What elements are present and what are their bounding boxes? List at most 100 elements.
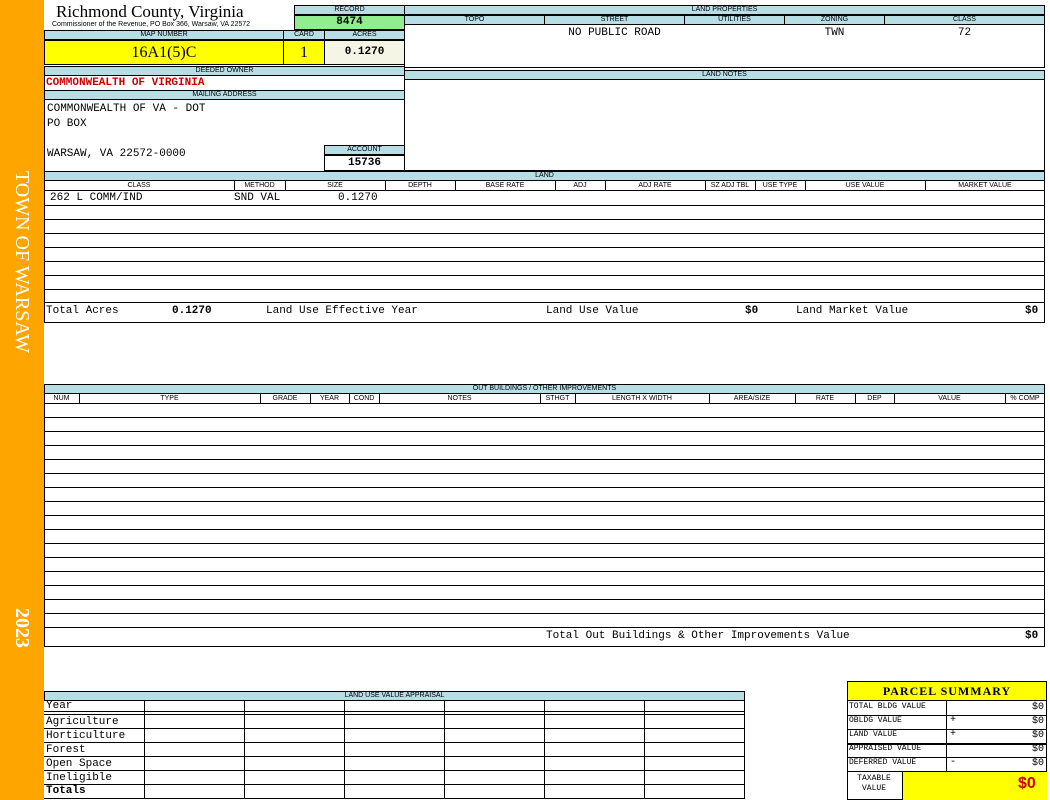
ob-col-area-size: AREA/SIZE xyxy=(733,395,771,402)
ob-col-sthgt: STHGT xyxy=(545,395,570,402)
ob-row-line xyxy=(44,627,1045,628)
land-col-divider xyxy=(755,181,756,191)
ob-col-notes: NOTES xyxy=(447,395,472,402)
ob-col-divider xyxy=(709,394,710,404)
ob-total-label: Total Out Buildings & Other Improvements… xyxy=(546,630,850,642)
luva-col-line xyxy=(344,701,345,799)
land-row-line xyxy=(44,233,1045,234)
parcel-summary-title: PARCEL SUMMARY xyxy=(847,681,1047,701)
record-value: 8474 xyxy=(294,15,405,30)
land-col-market-value: MARKET VALUE xyxy=(958,182,1012,189)
land-col-divider xyxy=(385,181,386,191)
ob-row-line xyxy=(44,417,1045,418)
lp-col-utilities: UTILITIES xyxy=(684,15,785,25)
summary-row-value: $0 xyxy=(1031,758,1044,769)
ob-col-divider xyxy=(79,394,80,404)
account-label: ACCOUNT xyxy=(324,145,405,155)
land-market-value: $0 xyxy=(1025,305,1039,317)
effective-year-label: Land Use Effective Year xyxy=(266,305,418,317)
ob-row-line xyxy=(44,459,1045,460)
land-col-use-type: USE TYPE xyxy=(762,182,798,189)
ob-col-divider xyxy=(379,394,380,404)
ob-row-line xyxy=(44,473,1045,474)
land-row1-method: SND VAL xyxy=(234,192,281,204)
luva-agriculture: Agriculture xyxy=(46,716,119,728)
ob-col-cond: COND xyxy=(353,395,375,402)
luva-col-line xyxy=(644,701,645,799)
acres-label: ACRES xyxy=(324,30,405,40)
ob-row-line xyxy=(44,571,1045,572)
luva-row-line xyxy=(44,770,745,771)
taxable-value: $0 xyxy=(1018,775,1036,792)
total-acres: 0.1270 xyxy=(172,305,212,317)
ob-total-value: $0 xyxy=(1025,630,1039,642)
card-label: CARD xyxy=(283,30,325,40)
taxable-value-label: TAXABLE VALUE xyxy=(857,774,891,793)
luva-col-line xyxy=(144,701,145,799)
acres-value: 0.1270 xyxy=(324,40,405,65)
ob-col-year: YEAR xyxy=(319,395,340,402)
luva-col-line xyxy=(444,701,445,799)
account-number: 15736 xyxy=(324,155,405,171)
summary-row-label: LAND VALUE xyxy=(849,730,898,739)
lp-col-zoning: ZONING xyxy=(784,15,885,25)
luva-row-line xyxy=(44,784,745,785)
ob-col-divider xyxy=(349,394,350,404)
ob-row-line xyxy=(44,431,1045,432)
land-row-line xyxy=(44,289,1045,290)
luva-row-line xyxy=(44,714,745,715)
land-col-base-rate: BASE RATE xyxy=(485,182,525,189)
lp-street-value: NO PUBLIC ROAD xyxy=(568,27,661,39)
lp-class-value: 72 xyxy=(957,27,972,39)
land-row-line xyxy=(44,261,1045,262)
mailing-address-label: MAILING ADDRESS xyxy=(44,90,405,100)
land-use-value: $0 xyxy=(745,305,759,317)
luva-title: LAND USE VALUE APPRAISAL xyxy=(44,691,745,701)
ob-row-line xyxy=(44,487,1045,488)
summary-col-line xyxy=(946,701,947,771)
land-col-divider xyxy=(234,181,235,191)
summary-row-value: $0 xyxy=(1031,744,1044,755)
ob-row-line xyxy=(44,445,1045,446)
ob-col-divider xyxy=(795,394,796,404)
land-row1-size: 0.1270 xyxy=(338,192,378,204)
luva-forest: Forest xyxy=(46,744,86,756)
luva-col-line xyxy=(544,701,545,799)
summary-row-sign: - xyxy=(950,757,957,768)
land-title: LAND xyxy=(44,171,1045,181)
ob-col-divider xyxy=(894,394,895,404)
ob-col-rate: RATE xyxy=(815,395,835,402)
ob-row-line xyxy=(44,543,1045,544)
summary-row-value: $0 xyxy=(1031,702,1044,713)
map-number-label: MAP NUMBER xyxy=(44,30,284,40)
luva-open-space: Open Space xyxy=(46,758,113,770)
sidebar-year: 2023 xyxy=(11,608,33,648)
outbuildings-title: OUT BUILDINGS / OTHER IMPROVEMENTS xyxy=(44,384,1045,394)
map-number: 16A1(5)C xyxy=(44,40,284,65)
ob-row-line xyxy=(44,501,1045,502)
summary-row-sign: + xyxy=(950,729,957,740)
luva-row-line xyxy=(44,742,745,743)
land-col-depth: DEPTH xyxy=(408,182,432,189)
ob-row-line xyxy=(44,613,1045,614)
ob-col-pct-comp: % COMP xyxy=(1010,395,1040,402)
ob-col-divider xyxy=(540,394,541,404)
luva-row-line xyxy=(44,728,745,729)
ob-row-line xyxy=(44,515,1045,516)
land-total-line xyxy=(44,302,1045,303)
land-col-divider xyxy=(455,181,456,191)
lp-zoning-value: TWN xyxy=(824,27,845,39)
deeded-owner-label: DEEDED OWNER xyxy=(44,66,405,76)
lp-col-class: CLASS xyxy=(884,15,1045,25)
ob-row-line xyxy=(44,585,1045,586)
land-col-class: CLASS xyxy=(127,182,151,189)
luva-totals: Totals xyxy=(46,785,86,797)
sidebar-town: TOWN OF WARSAW xyxy=(11,170,33,354)
ob-col-grade: GRADE xyxy=(272,395,298,402)
lp-col-street: STREET xyxy=(544,15,685,25)
ob-col-dep: DEP xyxy=(867,395,882,402)
land-col-size: SIZE xyxy=(327,182,343,189)
mailing-line2: PO BOX xyxy=(47,118,87,130)
land-col-sz-adj-tbl: SZ ADJ TBL xyxy=(710,182,750,189)
summary-row-value: $0 xyxy=(1031,716,1044,727)
